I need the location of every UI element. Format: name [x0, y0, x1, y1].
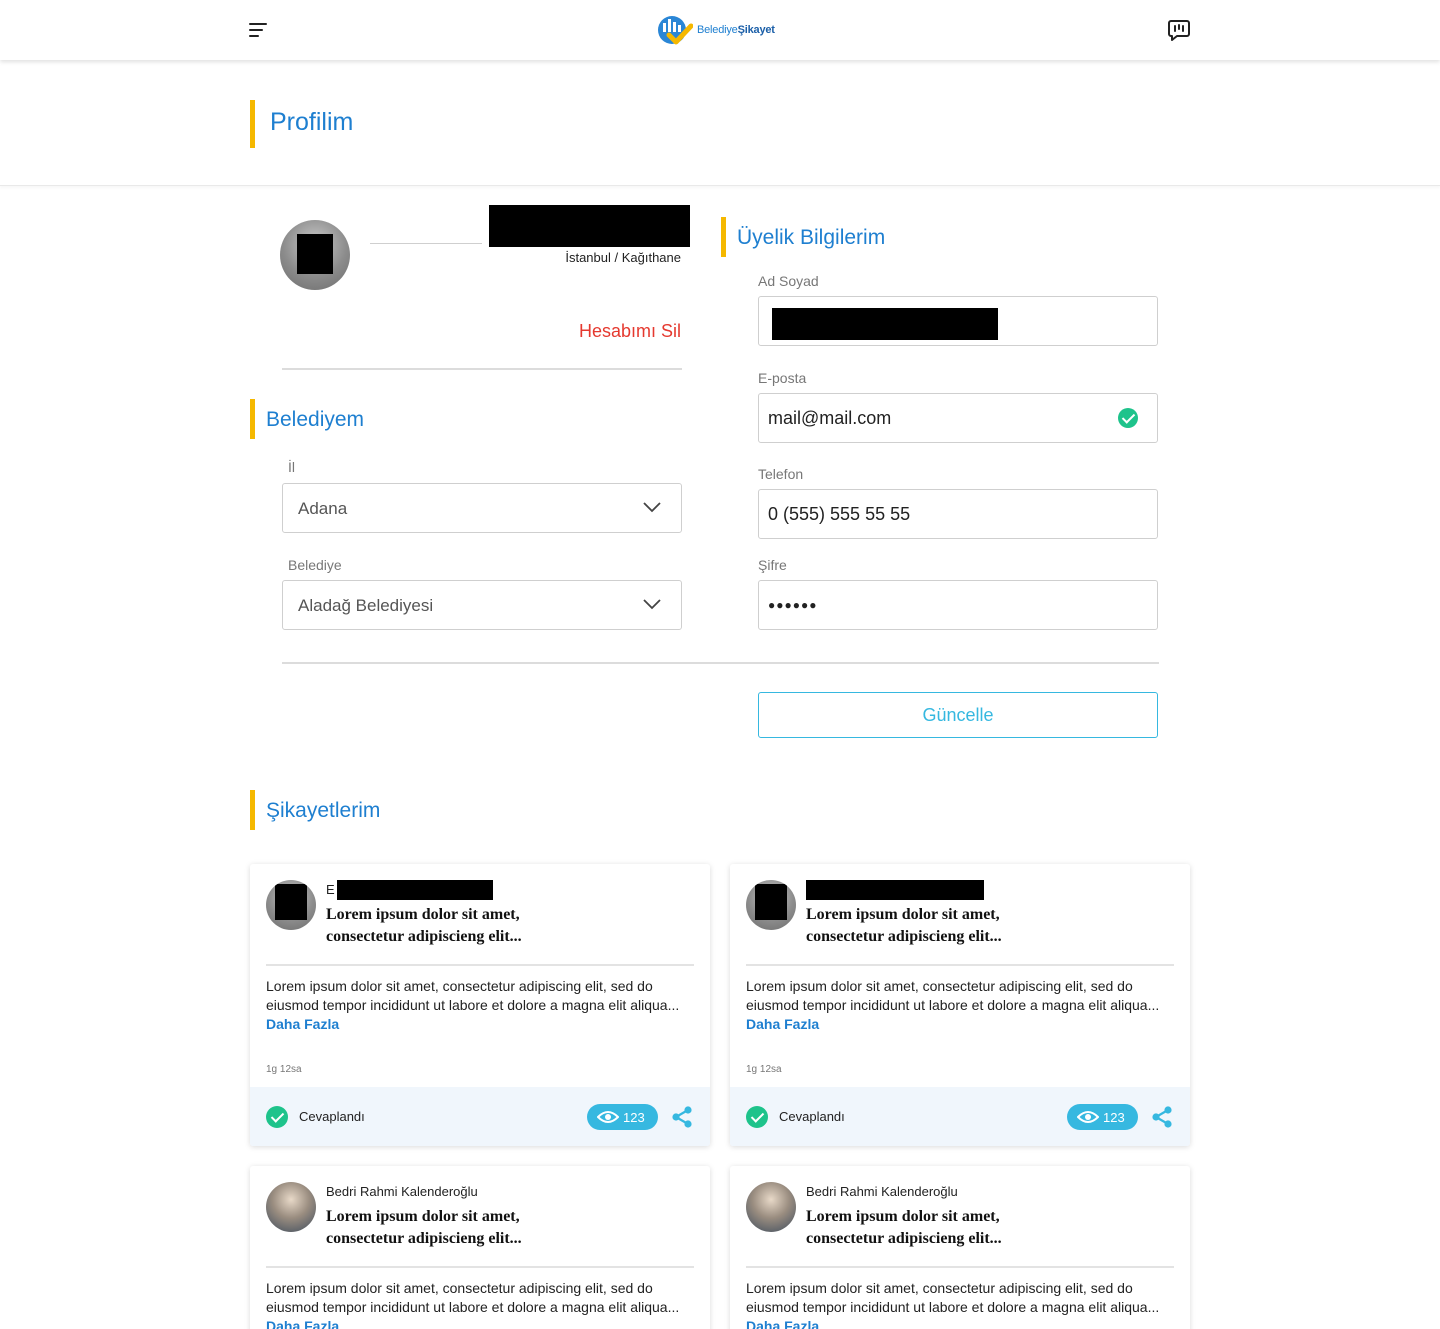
- complaint-time: 1g 12sa: [746, 1064, 782, 1075]
- complaint-title[interactable]: Lorem ipsum dolor sit amet, consectetur a…: [806, 904, 1106, 948]
- complaints-section-title: Şikayetlerim: [266, 799, 381, 822]
- complaint-status: Cevaplandı: [779, 1109, 845, 1124]
- verified-check-icon: [1118, 408, 1138, 428]
- complaint-title[interactable]: Lorem ipsum dolor sit amet, consectetur a…: [326, 1206, 626, 1250]
- logo-wordmark: BelediyeŞikayet: [697, 24, 775, 36]
- redacted-name-value: [772, 308, 998, 340]
- profile-divider: [282, 368, 682, 370]
- views-badge[interactable]: 123: [1067, 1104, 1138, 1130]
- eye-icon: [1077, 1111, 1099, 1123]
- phone-field-box: [758, 489, 1158, 539]
- belediyem-accent-bar: [250, 399, 255, 439]
- password-field-box: [758, 580, 1158, 630]
- redacted-author: [337, 880, 493, 900]
- eye-icon: [597, 1111, 619, 1123]
- profile-avatar[interactable]: [280, 220, 350, 290]
- page-title: Profilim: [270, 108, 354, 136]
- complaint-footer: Cevaplandı 123: [730, 1087, 1190, 1146]
- chevron-down-icon: [643, 599, 661, 610]
- email-field[interactable]: [768, 394, 1108, 442]
- municipality-select-value: Aladağ Belediyesi: [298, 596, 434, 615]
- hamburger-menu-icon[interactable]: [249, 22, 269, 38]
- profile-name-line: [370, 243, 482, 244]
- complaint-card[interactable]: E Lorem ipsum dolor sit amet, consectetur…: [250, 864, 710, 1146]
- name-field[interactable]: [758, 296, 1158, 346]
- phone-label: Telefon: [758, 466, 804, 482]
- complaint-title[interactable]: Lorem ipsum dolor sit amet, consectetur a…: [806, 1206, 1106, 1250]
- complaint-text: Lorem ipsum dolor sit amet, consectetur …: [746, 1279, 1176, 1329]
- redacted-author: [806, 880, 984, 900]
- form-divider: [282, 662, 1159, 664]
- complaint-author-avatar: [746, 1182, 796, 1232]
- redacted-name: [489, 205, 690, 247]
- share-icon[interactable]: [1150, 1105, 1174, 1129]
- profile-location: İstanbul / Kağıthane: [565, 250, 681, 265]
- complaint-author-avatar: [266, 1182, 316, 1232]
- top-navigation-bar: BelediyeŞikayet: [0, 0, 1440, 60]
- complaint-author: E: [326, 882, 335, 897]
- update-button[interactable]: Güncelle: [758, 692, 1158, 738]
- province-label: İl: [288, 459, 295, 475]
- card-divider: [266, 964, 694, 966]
- complaint-footer: Cevaplandı 123: [250, 1087, 710, 1146]
- municipality-section-title: Belediyem: [266, 408, 365, 431]
- title-accent-bar: [250, 100, 255, 148]
- views-count: 123: [1103, 1110, 1125, 1125]
- complaint-text: Lorem ipsum dolor sit amet, consectetur …: [266, 978, 680, 1032]
- municipality-label: Belediye: [288, 557, 342, 573]
- email-field-box: [758, 393, 1158, 443]
- province-select-value: Adana: [298, 499, 348, 518]
- card-divider: [746, 1266, 1174, 1268]
- read-more-link[interactable]: Daha Fazla: [746, 1318, 819, 1329]
- answered-check-icon: [746, 1106, 768, 1128]
- phone-field[interactable]: [768, 490, 1108, 538]
- views-count: 123: [623, 1110, 645, 1125]
- brand-logo[interactable]: BelediyeŞikayet: [657, 13, 783, 47]
- read-more-link[interactable]: Daha Fazla: [746, 1016, 819, 1032]
- feedback-chat-icon[interactable]: [1167, 18, 1191, 42]
- redacted-block: [275, 884, 307, 920]
- read-more-link[interactable]: Daha Fazla: [266, 1318, 339, 1329]
- password-label: Şifre: [758, 557, 787, 573]
- complaint-author: Bedri Rahmi Kalenderoğlu: [806, 1184, 958, 1199]
- name-label: Ad Soyad: [758, 273, 819, 289]
- email-label: E-posta: [758, 370, 807, 386]
- complaint-status: Cevaplandı: [299, 1109, 365, 1124]
- password-field[interactable]: [768, 581, 1108, 629]
- redacted-block: [297, 234, 333, 274]
- complaint-author-avatar: [266, 880, 316, 930]
- card-divider: [266, 1266, 694, 1268]
- card-divider: [746, 964, 1174, 966]
- answered-check-icon: [266, 1106, 288, 1128]
- page-title-band: [0, 60, 1440, 186]
- complaints-accent-bar: [250, 790, 255, 830]
- delete-account-link[interactable]: Hesabımı Sil: [540, 321, 681, 342]
- municipality-select[interactable]: Aladağ Belediyesi: [282, 580, 682, 630]
- chevron-down-icon: [643, 502, 661, 513]
- province-select[interactable]: Adana: [282, 483, 682, 533]
- complaint-title[interactable]: Lorem ipsum dolor sit amet, consectetur a…: [326, 904, 626, 948]
- complaint-author-avatar: [746, 880, 796, 930]
- complaint-text: Lorem ipsum dolor sit amet, consectetur …: [746, 978, 1160, 1032]
- logo-mark-icon: [657, 13, 694, 47]
- redacted-block: [755, 884, 787, 920]
- complaint-time: 1g 12sa: [266, 1064, 302, 1075]
- complaint-author: Bedri Rahmi Kalenderoğlu: [326, 1184, 478, 1199]
- complaint-card[interactable]: Bedri Rahmi Kalenderoğlu Lorem ipsum dol…: [730, 1166, 1190, 1329]
- complaint-text: Lorem ipsum dolor sit amet, consectetur …: [266, 1279, 696, 1329]
- read-more-link[interactable]: Daha Fazla: [266, 1016, 339, 1032]
- share-icon[interactable]: [670, 1105, 694, 1129]
- membership-section-title: Üyelik Bilgilerim: [737, 226, 886, 249]
- complaint-card[interactable]: Lorem ipsum dolor sit amet, consectetur a…: [730, 864, 1190, 1146]
- membership-accent-bar: [721, 217, 726, 257]
- complaint-card[interactable]: Bedri Rahmi Kalenderoğlu Lorem ipsum dol…: [250, 1166, 710, 1329]
- views-badge[interactable]: 123: [587, 1104, 658, 1130]
